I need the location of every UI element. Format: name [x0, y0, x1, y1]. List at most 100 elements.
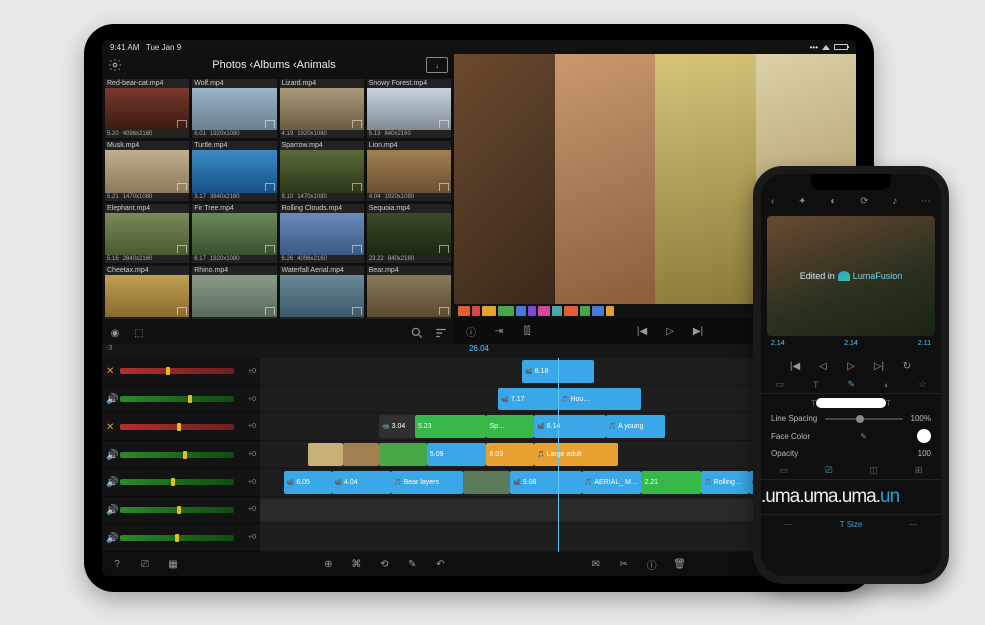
text-scroll-preview[interactable]: .uma.uma.uma.un: [761, 482, 941, 512]
timeline-clip[interactable]: 📹7.17: [498, 388, 558, 411]
library-breadcrumb[interactable]: Photos ‹Albums ‹Animals: [212, 59, 336, 71]
track-level-marker[interactable]: [175, 534, 179, 542]
sectab-2-icon[interactable]: ⎚: [825, 465, 832, 476]
import-button[interactable]: ↓: [426, 57, 448, 73]
timeline-clip[interactable]: [308, 443, 344, 466]
timeline-clip[interactable]: 8.03: [486, 443, 534, 466]
track-header[interactable]: ✕+0: [102, 413, 260, 441]
link-icon[interactable]: ⌘: [349, 557, 363, 571]
track-header[interactable]: 🔊+0: [102, 497, 260, 525]
select-all-icon[interactable]: ◉: [108, 326, 122, 340]
iphone-prev-icon[interactable]: ◁: [816, 359, 830, 373]
library-grid[interactable]: Red-bear-cat.mp45.204096x2160Wolf.mp46.0…: [102, 76, 454, 322]
timeline-clip[interactable]: 5.09: [427, 443, 487, 466]
iphone-preview[interactable]: Edited in LumaFusion: [767, 216, 935, 336]
fx-icon[interactable]: ✦: [798, 196, 806, 207]
tab-crop-icon[interactable]: ▭: [775, 379, 784, 390]
timeline-clip[interactable]: 5.23: [415, 415, 487, 438]
mini-timeline-segment[interactable]: [472, 306, 480, 316]
envelope-icon[interactable]: ✉: [589, 557, 603, 571]
line-spacing-slider[interactable]: [825, 418, 902, 420]
mini-timeline-segment[interactable]: [606, 306, 614, 316]
library-clip[interactable]: Snowy Forest.mp45.13840x2160: [367, 79, 451, 138]
iphone-goto-start-icon[interactable]: |◀: [788, 359, 802, 373]
library-clip[interactable]: Turtle.mp43.173840x2160: [192, 141, 276, 200]
track-level-marker[interactable]: [166, 367, 170, 375]
iphone-ruler[interactable]: 2.14 2.14 2.11: [761, 340, 941, 356]
track-level-bar[interactable]: [120, 507, 234, 513]
audio-track-icon[interactable]: 🔊: [106, 477, 116, 487]
mini-timeline-segment[interactable]: [482, 306, 496, 316]
undo-icon[interactable]: ↶: [433, 557, 447, 571]
next-frame-icon[interactable]: ▶|: [691, 324, 705, 338]
timeline-clip[interactable]: 🎵Large adult: [534, 443, 617, 466]
timeline-clip[interactable]: 📹3.04: [379, 415, 415, 438]
library-clip[interactable]: Waterfall Aerial.mp4: [280, 266, 364, 319]
timeline-clip[interactable]: 🎵Hou…: [558, 388, 641, 411]
timeline-clip[interactable]: 📹4.04: [332, 471, 392, 494]
prev-frame-icon[interactable]: |◀: [635, 324, 649, 338]
library-clip[interactable]: Red-bear-cat.mp45.204096x2160: [105, 79, 189, 138]
timeline-clip[interactable]: [343, 443, 379, 466]
mini-timeline-segment[interactable]: [552, 306, 562, 316]
insert-icon[interactable]: ⊕: [321, 557, 335, 571]
tab-favorite-icon[interactable]: ☆: [918, 379, 926, 390]
play-icon[interactable]: ▷: [663, 324, 677, 338]
timeline-ruler[interactable]: -3 26.04: [102, 344, 856, 358]
track-level-marker[interactable]: [171, 478, 175, 486]
iphone-next-icon[interactable]: ▷|: [872, 359, 886, 373]
library-clip[interactable]: Sparrow.mp48.101470x1080: [280, 141, 364, 200]
timeline-clip[interactable]: [463, 471, 511, 494]
track-level-marker[interactable]: [183, 451, 187, 459]
help-icon[interactable]: ?: [110, 557, 124, 571]
settings-icon[interactable]: [108, 58, 122, 72]
timeline-clip[interactable]: 🎵AERIAL_ M…: [582, 471, 642, 494]
split-view-icon[interactable]: ⫿⫿: [520, 324, 534, 338]
font-row[interactable]: T T: [771, 398, 931, 408]
cut-icon[interactable]: ✂: [617, 557, 631, 571]
track-level-bar[interactable]: [120, 368, 234, 374]
clip-info-icon[interactable]: ⓘ: [645, 557, 659, 571]
library-clip[interactable]: Elephant.mp45.162840x2160: [105, 204, 189, 263]
timeline-clip[interactable]: Sp…: [486, 415, 534, 438]
info-icon[interactable]: ⓘ: [464, 324, 478, 338]
more-icon[interactable]: ⋯: [921, 196, 931, 207]
timeline-clip[interactable]: 📹8.14: [534, 415, 606, 438]
sectab-3-icon[interactable]: ◫: [869, 465, 878, 476]
track-level-bar[interactable]: [120, 452, 234, 458]
mini-timeline-segment[interactable]: [592, 306, 604, 316]
tab-style-icon[interactable]: ✎: [847, 379, 855, 390]
library-clip[interactable]: Musk.mp45.211470x1080: [105, 141, 189, 200]
mini-timeline-segment[interactable]: [538, 306, 550, 316]
video-track-icon[interactable]: ✕: [106, 366, 116, 376]
track-level-marker[interactable]: [177, 506, 181, 514]
face-color-swatch[interactable]: [917, 429, 931, 443]
font-display[interactable]: [816, 398, 886, 408]
sectab-1-icon[interactable]: ▭: [780, 465, 789, 476]
track-header[interactable]: 🔊+0: [102, 469, 260, 497]
trash-icon[interactable]: 🗑: [673, 557, 687, 571]
iphone-loop-icon[interactable]: ↻: [900, 359, 914, 373]
back-icon[interactable]: ‹: [771, 196, 774, 207]
track-level-bar[interactable]: [120, 535, 234, 541]
track-header[interactable]: 🔊+0: [102, 441, 260, 469]
audio-icon[interactable]: ♪: [892, 196, 897, 207]
btab-size[interactable]: T Size: [840, 520, 863, 529]
library-clip[interactable]: Rhino.mp4: [192, 266, 276, 319]
speed-icon[interactable]: ⟳: [860, 196, 868, 207]
audio-track-icon[interactable]: 🔊: [106, 533, 116, 543]
library-clip[interactable]: Lion.mp44.041920x1080: [367, 141, 451, 200]
timeline-clip[interactable]: 📹6.05: [284, 471, 332, 494]
eyedropper-icon[interactable]: ✎: [860, 432, 867, 441]
track-level-marker[interactable]: [177, 423, 181, 431]
library-clip[interactable]: Bear.mp4: [367, 266, 451, 319]
tab-shadow-icon[interactable]: ◐: [884, 380, 889, 390]
timeline-clip[interactable]: 📹9.08: [510, 471, 582, 494]
replace-icon[interactable]: ⟲: [377, 557, 391, 571]
sort-icon[interactable]: [434, 326, 448, 340]
audio-track-icon[interactable]: 🔊: [106, 505, 116, 515]
timeline-clip[interactable]: 🎵Rolling…: [701, 471, 749, 494]
track-header[interactable]: ✕+0: [102, 358, 260, 386]
playhead-line[interactable]: [558, 358, 559, 552]
library-clip[interactable]: Fir Tree.mp46.171920x1080: [192, 204, 276, 263]
